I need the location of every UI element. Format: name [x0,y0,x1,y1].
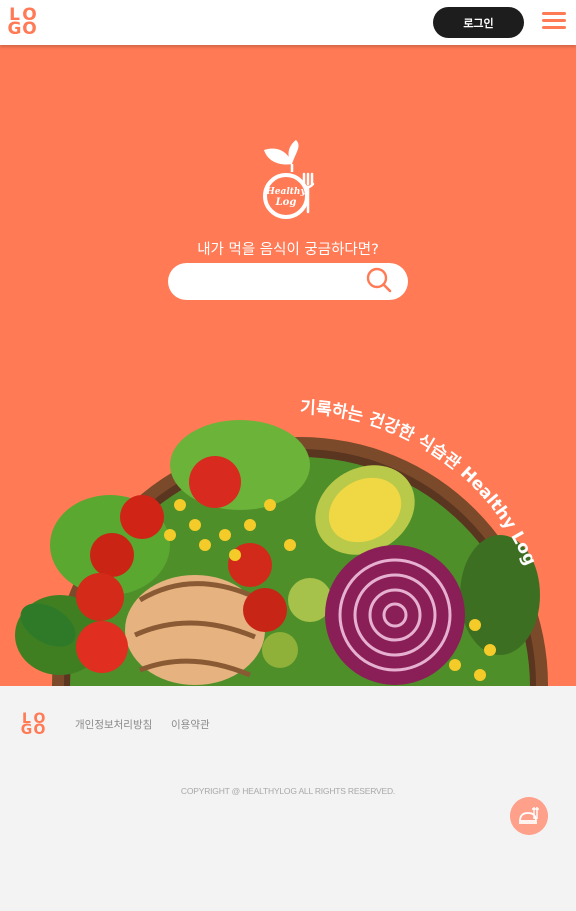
hero-section: Healthy Log 내가 먹을 음식이 궁금하다면? 기록하는 건강한 식습… [0,45,576,686]
top-header: L O G O 로그인 [0,0,576,45]
login-button[interactable]: 로그인 [433,7,524,38]
search-input[interactable] [182,269,362,294]
logo-letter: O [33,722,46,738]
footer-logo[interactable]: L O G O [20,712,46,738]
logo-letter: G [20,722,33,738]
logo-letter: G [7,19,22,39]
copyright-text: COPYRIGHT @ HEALTHYLOG ALL RIGHTS RESERV… [180,786,396,796]
brand-logo-word-2: Log [275,197,297,208]
header-logo[interactable]: L O G O [7,7,37,39]
terms-of-service-link[interactable]: 이용약관 [171,717,210,732]
privacy-policy-link[interactable]: 개인정보처리방침 [75,717,152,732]
footer: L O G O 개인정보처리방침 이용약관 COPYRIGHT @ HEALTH… [0,686,576,911]
healthy-log-brand-logo: Healthy Log [263,140,315,219]
hero-tagline: 내가 먹을 음식이 궁금하다면? [197,242,379,258]
search-icon[interactable] [364,265,394,295]
food-tray-icon[interactable] [510,797,548,835]
brand-logo-word-1: Healthy [265,187,306,197]
hamburger-menu-icon[interactable] [542,12,566,32]
salad-bowl-image: 기록하는 건강한 식습관 Healthy Log [15,398,548,686]
logo-letter: O [22,19,37,39]
